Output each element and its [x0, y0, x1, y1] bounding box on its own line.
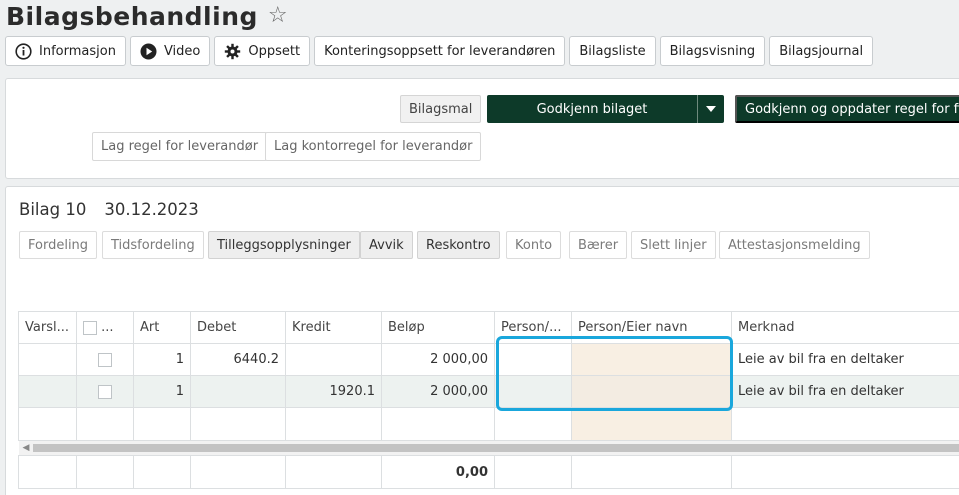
create-supplier-rule-button[interactable]: Lag regel for leverandør: [92, 132, 268, 161]
cell-empty[interactable]: [133, 407, 191, 441]
voucher-list-button[interactable]: Bilagsliste: [569, 36, 656, 66]
scroll-thumb[interactable]: [32, 444, 959, 452]
play-circle-icon: [140, 43, 157, 60]
create-account-rule-button[interactable]: Lag kontorregel for leverandør: [265, 132, 482, 161]
template-button[interactable]: Bilagsmal: [400, 95, 482, 123]
tab-konto[interactable]: Konto: [506, 231, 562, 259]
voucher-view-button[interactable]: Bilagsvisning: [659, 36, 766, 66]
tab-baerer[interactable]: Bærer: [569, 231, 628, 259]
cell-person[interactable]: [494, 375, 572, 408]
cell-empty[interactable]: [285, 407, 382, 441]
cell-empty[interactable]: [18, 407, 77, 441]
voucher-tabs: Fordeling Tidsfordeling Tilleggsopplysni…: [19, 231, 919, 259]
row-checkbox[interactable]: [98, 352, 112, 367]
col-header-debet[interactable]: Debet: [190, 311, 286, 344]
cell-empty[interactable]: [731, 407, 959, 441]
cell-belop[interactable]: 2 000,00: [381, 375, 495, 408]
voucher-number: Bilag 10: [19, 200, 87, 219]
tab-reskontro[interactable]: Reskontro: [417, 231, 500, 259]
col-header-kredit[interactable]: Kredit: [285, 311, 382, 344]
cell-empty[interactable]: [76, 407, 134, 441]
cell-art[interactable]: 1: [133, 375, 191, 408]
row-checkbox[interactable]: [98, 384, 112, 399]
cell-empty[interactable]: [494, 407, 572, 441]
col-header-select-label: ...: [101, 320, 114, 335]
cell-person-name[interactable]: [571, 375, 732, 408]
approve-update-rule-button[interactable]: Godkjenn og oppdater regel for firm: [735, 95, 959, 123]
col-header-merknad[interactable]: Merknad: [731, 311, 959, 344]
select-all-checkbox[interactable]: [83, 320, 97, 335]
supplier-posting-setup-button[interactable]: Konteringsoppsett for leverandøren: [314, 36, 566, 66]
cell-empty[interactable]: [571, 407, 732, 441]
total-row: 0,00: [18, 455, 959, 489]
page-title: Bilagsbehandling: [6, 1, 258, 31]
title-row: Bilagsbehandling ☆: [6, 0, 288, 32]
gear-icon: [224, 43, 241, 60]
cell-merknad[interactable]: Leie av bil fra en deltaker: [731, 343, 959, 376]
tab-tilleggsopplysninger[interactable]: Tilleggsopplysninger: [208, 231, 360, 259]
col-header-art[interactable]: Art: [133, 311, 191, 344]
col-header-select[interactable]: ...: [76, 311, 134, 344]
cell-select[interactable]: [76, 375, 134, 408]
table-row[interactable]: 1 6440.2 2 000,00 Leie av bil fra en del…: [18, 343, 959, 376]
scroll-left-arrow-icon[interactable]: ◀: [23, 443, 30, 453]
voucher-date: 30.12.2023: [104, 200, 199, 219]
cell-kredit[interactable]: 1920.1: [285, 375, 382, 408]
action-panel: Bilagsmal Godkjenn bilaget Godkjenn og o…: [5, 78, 959, 179]
voucher-header: Bilag 10 30.12.2023: [19, 200, 199, 219]
cell-person[interactable]: [494, 343, 572, 376]
table-row[interactable]: 1 1920.1 2 000,00 Leie av bil fra en del…: [18, 375, 959, 408]
empty-row[interactable]: [18, 407, 959, 441]
col-header-varsel[interactable]: Varsl...: [18, 311, 77, 344]
scrollbar-row: ◀: [18, 440, 959, 456]
info-button-label: Informasjon: [39, 43, 116, 59]
cell-varsel[interactable]: [18, 343, 77, 376]
total-amount: 0,00: [381, 455, 495, 489]
cell-total-empty: [18, 455, 77, 489]
cell-empty[interactable]: [190, 407, 286, 441]
cell-person-name[interactable]: [571, 343, 732, 376]
cell-varsel[interactable]: [18, 375, 77, 408]
settings-button-label: Oppsett: [248, 43, 301, 59]
cell-total-empty: [494, 455, 572, 489]
approve-split-button: Godkjenn bilaget: [487, 95, 724, 123]
tab-attestasjonsmelding[interactable]: Attestasjonsmelding: [719, 231, 870, 259]
cell-total-empty: [76, 455, 134, 489]
grid-header-row: Varsl... ... Art Debet Kredit Beløp Pers…: [18, 311, 959, 344]
cell-belop[interactable]: 2 000,00: [381, 343, 495, 376]
info-circle-icon: [15, 42, 32, 60]
cell-art[interactable]: 1: [133, 343, 191, 376]
cell-debet[interactable]: 6440.2: [190, 343, 286, 376]
tab-fordeling[interactable]: Fordeling: [19, 231, 98, 259]
cell-select[interactable]: [76, 343, 134, 376]
cell-total-empty: [190, 455, 286, 489]
horizontal-scrollbar[interactable]: ◀: [18, 441, 959, 455]
posting-grid: Varsl... ... Art Debet Kredit Beløp Pers…: [18, 311, 959, 489]
tab-slett-linjer[interactable]: Slett linjer: [631, 231, 716, 259]
video-button[interactable]: Video: [129, 36, 211, 66]
horizontal-scrollbar-cell: ◀: [18, 440, 959, 456]
cell-merknad[interactable]: Leie av bil fra en deltaker: [731, 375, 959, 408]
top-toolbar: Informasjon Video Oppsett Konteringsopps…: [5, 36, 874, 66]
voucher-journal-button[interactable]: Bilagsjournal: [769, 36, 874, 66]
col-header-person[interactable]: Person/...: [494, 311, 572, 344]
cell-total-empty: [571, 455, 732, 489]
cell-empty[interactable]: [381, 407, 495, 441]
settings-button[interactable]: Oppsett: [214, 36, 311, 66]
tab-avvik[interactable]: Avvik: [360, 231, 413, 259]
col-header-belop[interactable]: Beløp: [381, 311, 495, 344]
info-button[interactable]: Informasjon: [5, 36, 126, 66]
cell-kredit[interactable]: [285, 343, 382, 376]
col-header-person-name[interactable]: Person/Eier navn: [571, 311, 732, 344]
cell-debet[interactable]: [190, 375, 286, 408]
cell-total-empty: [285, 455, 382, 489]
video-button-label: Video: [163, 43, 201, 59]
star-icon[interactable]: ☆: [268, 5, 288, 27]
tab-tidsfordeling[interactable]: Tidsfordeling: [102, 231, 204, 259]
caret-down-icon[interactable]: [698, 95, 724, 123]
cell-total-empty: [133, 455, 191, 489]
cell-total-empty: [731, 455, 959, 489]
approve-button[interactable]: Godkjenn bilaget: [487, 95, 697, 123]
